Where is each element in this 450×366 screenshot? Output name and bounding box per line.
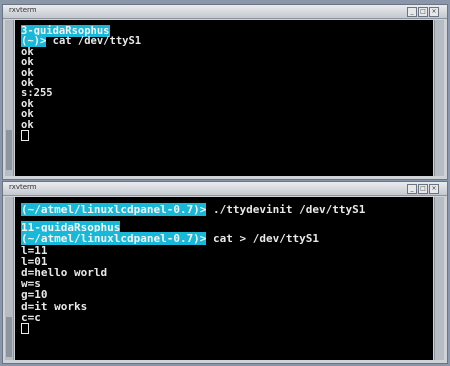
- title-bar[interactable]: rxvterm _ □ ×: [3, 5, 447, 19]
- input-line: w=s: [21, 277, 41, 291]
- output-line: ok: [21, 118, 34, 131]
- terminal-screen[interactable]: (~/atmel/linuxlcdpanel-0.7)> ./ttydevini…: [15, 197, 433, 360]
- cursor-line: [21, 322, 365, 334]
- terminal-window-top[interactable]: rxvterm _ □ × 3-guidaRsophus (~)> cat /d…: [2, 4, 448, 180]
- cursor-line: [21, 129, 141, 141]
- scrollbar-thumb[interactable]: [6, 317, 12, 357]
- window-frame-right: [434, 197, 444, 360]
- minimize-button[interactable]: _: [407, 7, 417, 17]
- input-line: d=it works: [21, 299, 88, 313]
- scrollbar[interactable]: [5, 20, 14, 176]
- output-line: ok: [21, 45, 34, 58]
- terminal-screen[interactable]: 3-guidaRsophus (~)> cat /dev/ttyS1 ok ok…: [15, 20, 433, 176]
- output-line: ok: [21, 97, 34, 110]
- text-cursor: [21, 322, 29, 334]
- output-line: ok: [21, 56, 34, 69]
- close-button[interactable]: ×: [429, 184, 439, 194]
- input-line: l=11: [21, 243, 48, 257]
- scrollbar-thumb[interactable]: [6, 130, 12, 170]
- input-line: d=hello world: [21, 265, 108, 279]
- text-cursor: [21, 129, 29, 141]
- output-line: ok: [21, 66, 34, 79]
- terminal-window-bottom[interactable]: rxvterm _ □ × (~/atmel/linuxlcdpanel-0.7…: [2, 181, 448, 364]
- command: ./ttydevinit /dev/ttyS1: [206, 203, 366, 216]
- maximize-button[interactable]: □: [418, 184, 428, 194]
- output-line: ok: [21, 108, 34, 121]
- prompt: (~/atmel/linuxlcdpanel-0.7)>: [21, 203, 207, 216]
- input-line: g=10: [21, 288, 48, 302]
- command-line: (~/atmel/linuxlcdpanel-0.7)> cat > /dev/…: [21, 232, 365, 246]
- window-frame-right: [434, 20, 444, 176]
- input-line: c=c: [21, 310, 41, 324]
- scrollbar[interactable]: [5, 197, 14, 360]
- maximize-button[interactable]: □: [418, 7, 428, 17]
- title-bar[interactable]: rxvterm _ □ ×: [3, 182, 447, 196]
- command: cat > /dev/ttyS1: [206, 232, 320, 246]
- output-line: s:255: [21, 87, 53, 100]
- close-button[interactable]: ×: [429, 7, 439, 17]
- window-title: rxvterm: [9, 6, 37, 14]
- minimize-button[interactable]: _: [407, 184, 417, 194]
- window-title: rxvterm: [9, 183, 37, 191]
- command-line: (~/atmel/linuxlcdpanel-0.7)> ./ttydevini…: [21, 203, 366, 216]
- prompt: (~/atmel/linuxlcdpanel-0.7)>: [21, 232, 207, 246]
- command: cat /dev/ttyS1: [46, 35, 142, 48]
- command-line: (~)> cat /dev/ttyS1: [21, 35, 142, 48]
